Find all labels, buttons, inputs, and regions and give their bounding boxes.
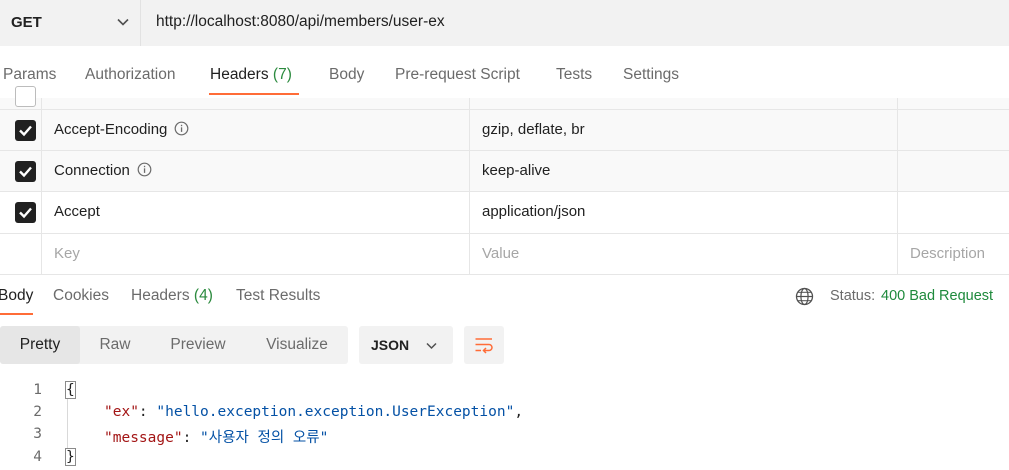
wrap-lines-icon xyxy=(475,338,493,354)
url-input[interactable]: http://localhost:8080/api/members/user-e… xyxy=(156,13,445,31)
value-cell[interactable]: Value xyxy=(470,234,898,274)
value-cell xyxy=(470,98,898,109)
indent-guide xyxy=(67,396,68,454)
key-cell[interactable]: Connection xyxy=(42,151,470,191)
format-select[interactable]: JSON xyxy=(359,326,453,364)
header-key: Connection xyxy=(54,162,130,179)
json-sep: : xyxy=(138,404,157,420)
header-key: Accept-Encoding xyxy=(54,121,168,138)
header-value: gzip, deflate, br xyxy=(482,121,585,138)
check-cell xyxy=(0,86,42,109)
new-header-row: Key Value Description xyxy=(0,234,1009,275)
view-raw-button[interactable]: Raw xyxy=(80,326,150,364)
view-preview-button[interactable]: Preview xyxy=(150,326,246,364)
tab-params[interactable]: Params xyxy=(3,66,56,84)
row-checkbox[interactable] xyxy=(15,161,36,182)
json-trail: , xyxy=(514,404,524,420)
check-icon xyxy=(19,166,32,178)
view-pretty-button[interactable]: Pretty xyxy=(0,326,80,364)
line-number: 3 xyxy=(33,426,42,442)
table-row xyxy=(0,86,1009,110)
open-brace: { xyxy=(65,381,76,399)
header-value: keep-alive xyxy=(482,162,551,179)
row-checkbox[interactable] xyxy=(15,86,36,107)
tab-tests[interactable]: Tests xyxy=(556,66,592,84)
response-tab-headers[interactable]: Headers (4) xyxy=(131,287,213,305)
status-value[interactable]: 400 Bad Request xyxy=(881,288,993,304)
response-tab-headers-count: (4) xyxy=(193,287,213,304)
json-value: "사용자 정의 오류" xyxy=(200,430,329,446)
header-value: application/json xyxy=(482,203,586,220)
line-number: 1 xyxy=(33,382,42,398)
check-cell xyxy=(0,192,42,233)
check-cell xyxy=(0,234,42,274)
line-number: 2 xyxy=(33,404,42,420)
info-icon[interactable] xyxy=(174,121,189,136)
value-input[interactable]: Value xyxy=(482,245,519,262)
description-cell xyxy=(898,98,1009,109)
row-checkbox[interactable] xyxy=(15,202,36,223)
chevron-down-icon xyxy=(117,18,129,26)
value-cell[interactable]: keep-alive xyxy=(470,151,898,191)
status-label: Status: xyxy=(830,288,876,304)
line-number: 4 xyxy=(33,449,42,465)
active-tab-indicator xyxy=(209,93,299,95)
close-brace: } xyxy=(65,448,76,466)
view-visualize-button[interactable]: Visualize xyxy=(246,326,348,364)
table-row: Accept-Encoding gzip, deflate, br xyxy=(0,110,1009,151)
tab-authorization[interactable]: Authorization xyxy=(85,66,175,84)
view-mode-selector: Pretty Raw Preview Visualize xyxy=(0,326,348,364)
json-key: "ex" xyxy=(104,404,139,420)
format-label: JSON xyxy=(371,337,410,353)
tab-body[interactable]: Body xyxy=(329,66,364,84)
key-cell[interactable]: Accept-Encoding xyxy=(42,110,470,150)
key-cell[interactable]: Accept xyxy=(42,192,470,233)
tab-settings[interactable]: Settings xyxy=(623,66,679,84)
value-cell[interactable]: application/json xyxy=(470,192,898,233)
table-row: Connection keep-alive xyxy=(0,151,1009,192)
request-tabs: Params Authorization Headers (7) Body Pr… xyxy=(0,58,1009,98)
check-cell xyxy=(0,151,42,191)
key-input[interactable]: Key xyxy=(54,245,80,262)
description-cell[interactable] xyxy=(898,110,1009,150)
tab-headers-count: (7) xyxy=(272,66,292,83)
tab-headers[interactable]: Headers (7) xyxy=(210,66,292,84)
response-body[interactable]: 1 2 3 4 { "ex": "hello.exception.excepti… xyxy=(0,378,1009,470)
description-cell[interactable]: Description xyxy=(898,234,1009,274)
description-cell[interactable] xyxy=(898,151,1009,191)
url-bar: GET http://localhost:8080/api/members/us… xyxy=(0,0,1009,46)
row-checkbox[interactable] xyxy=(15,120,36,141)
json-sep: : xyxy=(182,430,201,446)
description-input[interactable]: Description xyxy=(910,245,985,262)
response-tab-cookies[interactable]: Cookies xyxy=(53,287,109,305)
table-row: Accept application/json xyxy=(0,192,1009,234)
response-tab-body[interactable]: Body xyxy=(0,287,33,305)
tab-pre-request-script[interactable]: Pre-request Script xyxy=(395,66,520,84)
active-response-tab-indicator xyxy=(0,313,33,315)
check-cell xyxy=(0,110,42,150)
check-icon xyxy=(19,125,32,137)
wrap-lines-button[interactable] xyxy=(464,326,504,364)
key-cell[interactable]: Key xyxy=(42,234,470,274)
method-select[interactable]: GET xyxy=(0,0,141,46)
response-tab-test-results[interactable]: Test Results xyxy=(236,287,320,305)
key-cell xyxy=(42,98,470,109)
check-icon xyxy=(19,207,32,219)
globe-icon[interactable] xyxy=(795,287,814,306)
chevron-down-icon xyxy=(426,342,437,350)
info-icon[interactable] xyxy=(137,162,152,177)
method-label: GET xyxy=(11,14,42,31)
value-cell[interactable]: gzip, deflate, br xyxy=(470,110,898,150)
response-tab-headers-label: Headers xyxy=(131,287,190,304)
description-cell[interactable] xyxy=(898,192,1009,233)
json-value: "hello.exception.exception.UserException… xyxy=(156,404,515,420)
header-key: Accept xyxy=(54,203,100,220)
tab-headers-label: Headers xyxy=(210,66,269,83)
json-key: "message" xyxy=(104,430,183,446)
